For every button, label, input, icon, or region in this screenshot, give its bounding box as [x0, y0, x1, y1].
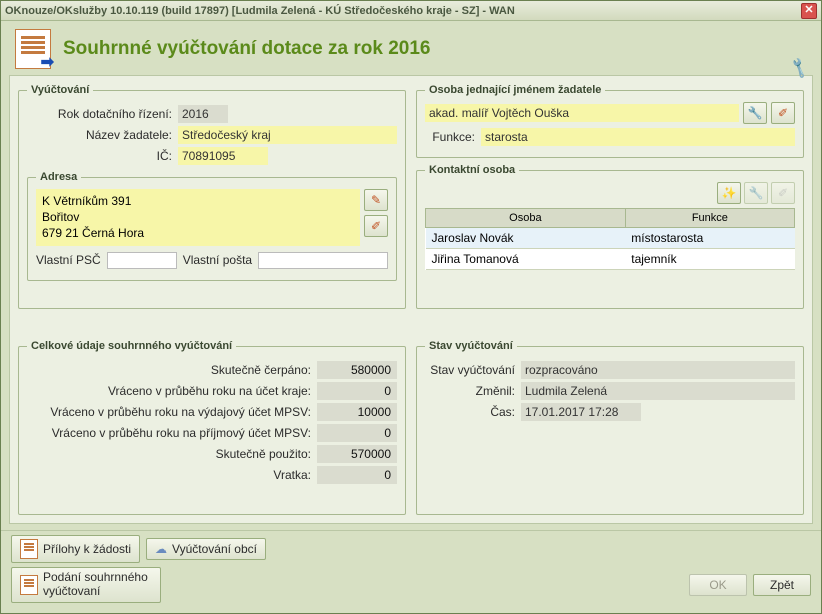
label-ic: IČ: [27, 149, 172, 163]
document-icon [20, 575, 38, 595]
attachments-button[interactable]: Přílohy k žádosti [11, 535, 140, 563]
legend-osoba: Osoba jednající jménem žadatele [425, 84, 605, 96]
cell-funkce: tajemník [625, 249, 794, 270]
contact-tool-button: 🔧 [744, 182, 768, 204]
pencil-icon: ✐ [778, 106, 788, 120]
contact-add-button[interactable]: ✨ [717, 182, 741, 204]
total-value: 580000 [317, 361, 397, 379]
titlebar-text: OKnouze/OKslužby 10.10.119 (build 17897)… [5, 5, 801, 17]
total-label: Vratka: [27, 468, 311, 482]
document-export-icon [15, 29, 51, 69]
total-value: 0 [317, 466, 397, 484]
back-label: Zpět [770, 578, 794, 592]
col-osoba: Osoba [426, 209, 626, 228]
value-psc[interactable] [107, 252, 177, 269]
document-icon [20, 539, 38, 559]
wrench-icon: 🔧 [748, 106, 763, 120]
page-title: Souhrnné vyúčtování dotace za rok 2016 [63, 38, 430, 60]
contact-edit-button: ✐ [771, 182, 795, 204]
label-stav: Stav vyúčtování [425, 363, 515, 377]
footer: Přílohy k žádosti ☁ Vyúčtování obcí Podá… [1, 530, 821, 613]
total-value: 570000 [317, 445, 397, 463]
legend-adresa: Adresa [36, 171, 81, 183]
address-text: K Větrníkům 391Bořitov679 21 Černá Hora [36, 189, 360, 246]
label-nazev: Název žadatele: [27, 128, 172, 142]
podani-button[interactable]: Podání souhrnného vyúčtovaní [11, 567, 161, 603]
total-label: Vráceno v průběhu roku na výdajový účet … [27, 405, 311, 419]
total-value: 0 [317, 424, 397, 442]
close-button[interactable]: ✕ [801, 3, 817, 19]
group-vyuctovani: Vyúčtování Rok dotačního řízení: 2016 Ná… [18, 84, 406, 309]
legend-kontakt: Kontaktní osoba [425, 164, 519, 176]
value-stav: rozpracováno [521, 361, 795, 379]
podani-label: Podání souhrnného vyúčtovaní [43, 571, 152, 599]
address-select-button[interactable]: ✎ [364, 189, 388, 211]
value-ic: 70891095 [178, 147, 268, 165]
group-kontaktni-osoba: Kontaktní osoba ✨ 🔧 ✐ Osoba Funkce Jaros… [416, 164, 804, 309]
total-value: 0 [317, 382, 397, 400]
osoba-tool-button[interactable]: 🔧 [743, 102, 767, 124]
label-posta: Vlastní pošta [183, 253, 252, 267]
pointer-icon: ✎ [371, 193, 381, 207]
label-zmenil: Změnil: [425, 384, 515, 398]
table-row[interactable]: Jiřina Tomanovátajemník [426, 249, 795, 270]
group-stav: Stav vyúčtování Stav vyúčtování rozpraco… [416, 340, 804, 515]
contact-table[interactable]: Osoba Funkce Jaroslav Novákmístostarosta… [425, 208, 795, 270]
group-adresa: Adresa K Větrníkům 391Bořitov679 21 Čern… [27, 171, 397, 281]
osoba-edit-button[interactable]: ✐ [771, 102, 795, 124]
pencil-icon: ✐ [778, 186, 788, 200]
vyuctovani-obci-button[interactable]: ☁ Vyúčtování obcí [146, 538, 266, 560]
total-label: Vráceno v průběhu roku na příjmový účet … [27, 426, 311, 440]
col-funkce: Funkce [625, 209, 794, 228]
value-osoba-name: akad. malíř Vojtěch Ouška [425, 104, 739, 122]
attachments-label: Přílohy k žádosti [43, 542, 131, 556]
table-row[interactable]: Jaroslav Novákmístostarosta [426, 228, 795, 249]
value-funkce: starosta [481, 128, 795, 146]
address-edit-button[interactable]: ✐ [364, 215, 388, 237]
cell-osoba: Jaroslav Novák [426, 228, 626, 249]
total-value: 10000 [317, 403, 397, 421]
vyuctovani-obci-label: Vyúčtování obcí [172, 542, 257, 556]
ok-label: OK [709, 578, 726, 592]
total-label: Vráceno v průběhu roku na účet kraje: [27, 384, 311, 398]
label-psc: Vlastní PSČ [36, 253, 101, 267]
value-cas: 17.01.2017 17:28 [521, 403, 641, 421]
cell-funkce: místostarosta [625, 228, 794, 249]
pencil-icon: ✐ [371, 219, 381, 233]
value-nazev: Středočeský kraj [178, 126, 397, 144]
cell-osoba: Jiřina Tomanová [426, 249, 626, 270]
value-zmenil: Ludmila Zelená [521, 382, 795, 400]
label-rok: Rok dotačního řízení: [27, 107, 172, 121]
page-header: Souhrnné vyúčtování dotace za rok 2016 🔧 [1, 21, 821, 75]
cloud-icon: ☁ [155, 542, 167, 556]
back-button[interactable]: Zpět [753, 574, 811, 596]
legend-celkove: Celkové údaje souhrnného vyúčtování [27, 340, 236, 352]
group-celkove-udaje: Celkové údaje souhrnného vyúčtování Skut… [18, 340, 406, 515]
value-posta[interactable] [258, 252, 388, 269]
total-label: Skutečně čerpáno: [27, 363, 311, 377]
group-osoba-jednajici: Osoba jednající jménem žadatele akad. ma… [416, 84, 804, 158]
legend-vyuctovani: Vyúčtování [27, 84, 93, 96]
app-window: OKnouze/OKslužby 10.10.119 (build 17897)… [0, 0, 822, 614]
sparkle-icon: ✨ [722, 186, 737, 200]
content-area: Vyúčtování Rok dotačního řízení: 2016 Ná… [9, 75, 813, 524]
value-rok: 2016 [178, 105, 228, 123]
label-funkce: Funkce: [425, 130, 475, 144]
wrench-icon: 🔧 [749, 186, 764, 200]
ok-button: OK [689, 574, 747, 596]
legend-stav: Stav vyúčtování [425, 340, 517, 352]
label-cas: Čas: [425, 405, 515, 419]
titlebar: OKnouze/OKslužby 10.10.119 (build 17897)… [1, 1, 821, 21]
total-label: Skutečně použito: [27, 447, 311, 461]
